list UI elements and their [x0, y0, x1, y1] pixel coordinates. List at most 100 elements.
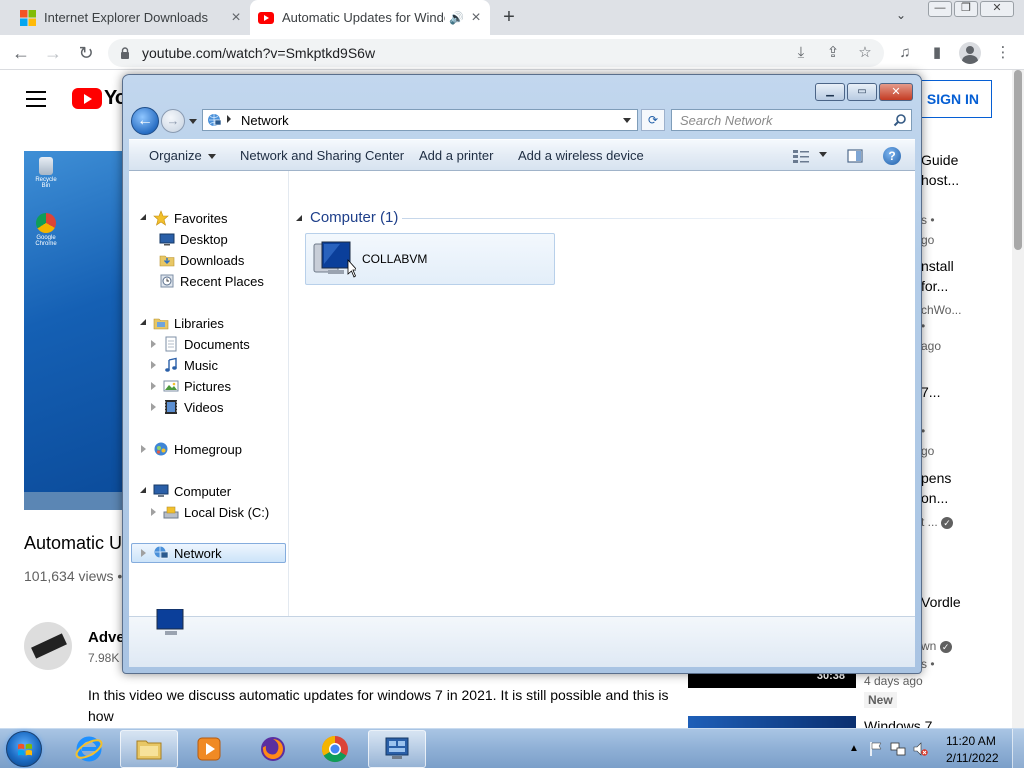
nav-computer[interactable]: Computer [139, 481, 231, 501]
address-dropdown-icon[interactable] [623, 118, 631, 123]
page-scrollbar[interactable] [1012, 70, 1024, 728]
add-printer-button[interactable]: Add a printer [419, 148, 493, 163]
file-list-pane[interactable]: Computer (1) COLLABVM [290, 171, 915, 616]
expand-toggle-icon[interactable] [139, 486, 149, 496]
show-desktop-button[interactable] [1012, 729, 1024, 769]
maximize-icon[interactable]: ▭ [847, 83, 877, 101]
start-button[interactable] [6, 731, 42, 767]
install-app-icon[interactable]: ⤓ [792, 44, 810, 62]
nav-homegroup[interactable]: Homegroup [139, 439, 242, 459]
channel-avatar[interactable] [24, 622, 72, 670]
clock-time[interactable]: 11:20 AM [946, 734, 996, 748]
minimize-icon[interactable]: — [928, 1, 952, 17]
side-panel-icon[interactable]: ▮ [927, 43, 947, 63]
network-sharing-center-button[interactable]: Network and Sharing Center [240, 148, 404, 163]
forward-arrow-icon[interactable]: → [41, 41, 65, 65]
media-controls-icon[interactable]: ♫ [895, 43, 915, 63]
nav-pictures[interactable]: Pictures [149, 376, 231, 396]
reload-icon[interactable]: ↻ [74, 41, 98, 65]
view-options-icon[interactable] [791, 146, 811, 166]
nav-documents[interactable]: Documents [149, 334, 250, 354]
share-icon[interactable]: ⇪ [824, 44, 842, 62]
collapse-group-icon[interactable] [296, 214, 302, 221]
tab-search-chevron-icon[interactable]: ⌄ [896, 8, 906, 22]
network-tray-icon[interactable] [890, 741, 906, 757]
back-arrow-icon[interactable]: ← [9, 41, 33, 65]
expand-toggle-icon[interactable] [149, 402, 159, 412]
new-tab-button[interactable]: + [498, 6, 520, 28]
tab-close-icon[interactable]: × [468, 9, 484, 27]
address-text[interactable]: Network [241, 113, 289, 128]
sidebar-title[interactable]: 7... [921, 384, 940, 400]
taskbar-app-firefox[interactable] [244, 730, 302, 768]
restore-icon[interactable]: ❐ [954, 1, 978, 17]
omnibox[interactable]: youtube.com/watch?v=Smkptkd9S6w ⤓ ⇪ ☆ [108, 39, 884, 67]
tab-internet-explorer-downloads[interactable]: Internet Explorer Downloads × [0, 0, 250, 35]
organize-menu[interactable]: Organize [149, 148, 216, 163]
hamburger-menu-icon[interactable] [26, 91, 46, 107]
youtube-logo-icon[interactable] [72, 88, 102, 109]
sidebar-title[interactable]: nstall [921, 258, 954, 274]
recent-pages-chevron-icon[interactable] [189, 119, 197, 124]
nav-favorites[interactable]: Favorites [139, 208, 227, 228]
sign-in-button[interactable]: SIGN IN [912, 80, 992, 118]
search-icon[interactable] [893, 113, 907, 127]
group-header-computer[interactable]: Computer (1) [296, 209, 398, 226]
taskbar-app-media-player[interactable] [180, 730, 238, 768]
scrollbar-thumb[interactable] [1014, 70, 1022, 250]
tab-close-icon[interactable]: × [228, 9, 244, 27]
nav-local-disk[interactable]: Local Disk (C:) [149, 502, 269, 522]
sidebar-title[interactable]: Vordle [921, 594, 961, 610]
breadcrumb-separator-icon[interactable] [227, 115, 231, 123]
sidebar-title[interactable]: on... [921, 490, 948, 506]
expand-toggle-icon[interactable] [149, 360, 159, 370]
view-dropdown-icon[interactable] [813, 146, 827, 161]
minimize-icon[interactable]: ▁ [815, 83, 845, 101]
nav-music[interactable]: Music [149, 355, 218, 375]
search-input[interactable]: Search Network [671, 109, 912, 131]
sidebar-title[interactable]: host... [921, 172, 959, 188]
explorer-window[interactable]: ▁ ▭ ✕ ← → Network ⟳ Search Network Organ… [122, 74, 922, 674]
network-computer-item[interactable]: COLLABVM [305, 233, 555, 285]
expand-toggle-icon[interactable] [139, 548, 149, 558]
taskbar-app-chrome[interactable] [306, 730, 364, 768]
sidebar-title[interactable]: Guide [921, 152, 958, 168]
expand-toggle-icon[interactable] [139, 318, 149, 328]
video-player[interactable]: Recycle Bin Google Chrome [24, 151, 124, 510]
expand-toggle-icon[interactable] [149, 339, 159, 349]
profile-avatar-icon[interactable] [959, 42, 981, 64]
nav-desktop[interactable]: Desktop [159, 229, 228, 249]
action-center-flag-icon[interactable] [868, 741, 884, 757]
nav-recent-places[interactable]: Recent Places [159, 271, 264, 291]
show-hidden-icons-chevron-icon[interactable]: ▲ [846, 741, 862, 757]
nav-videos[interactable]: Videos [149, 397, 224, 417]
url-text[interactable]: youtube.com/watch?v=Smkptkd9S6w [142, 45, 375, 61]
expand-toggle-icon[interactable] [149, 507, 159, 517]
nav-libraries[interactable]: Libraries [139, 313, 224, 333]
add-wireless-device-button[interactable]: Add a wireless device [518, 148, 644, 163]
nav-network[interactable]: Network [131, 543, 286, 563]
volume-muted-icon[interactable] [912, 741, 928, 757]
preview-pane-icon[interactable] [845, 146, 865, 166]
expand-toggle-icon[interactable] [149, 381, 159, 391]
taskbar-app-explorer[interactable] [120, 730, 178, 768]
tab-automatic-updates[interactable]: Automatic Updates for Windows 7 🔊 × [250, 0, 490, 35]
refresh-icon[interactable]: ⟳ [641, 109, 665, 131]
back-arrow-icon[interactable]: ← [131, 107, 159, 135]
sidebar-title[interactable]: pens [921, 470, 951, 486]
speaker-icon[interactable]: 🔊 [449, 11, 464, 25]
close-icon[interactable]: ✕ [879, 83, 913, 101]
nav-downloads[interactable]: Downloads [159, 250, 244, 270]
kebab-menu-icon[interactable]: ⋮ [993, 43, 1013, 63]
expand-toggle-icon[interactable] [139, 444, 149, 454]
help-icon[interactable]: ? [883, 147, 901, 165]
taskbar-app-network-window[interactable] [368, 730, 426, 768]
address-bar[interactable]: Network [202, 109, 638, 131]
forward-arrow-icon[interactable]: → [161, 109, 185, 133]
sidebar-title[interactable]: for... [921, 278, 948, 294]
expand-toggle-icon[interactable] [139, 213, 149, 223]
taskbar-app-ie[interactable] [60, 730, 118, 768]
close-icon[interactable]: ✕ [980, 1, 1014, 17]
clock-date[interactable]: 2/11/2022 [946, 751, 999, 765]
bookmark-star-icon[interactable]: ☆ [856, 44, 874, 62]
